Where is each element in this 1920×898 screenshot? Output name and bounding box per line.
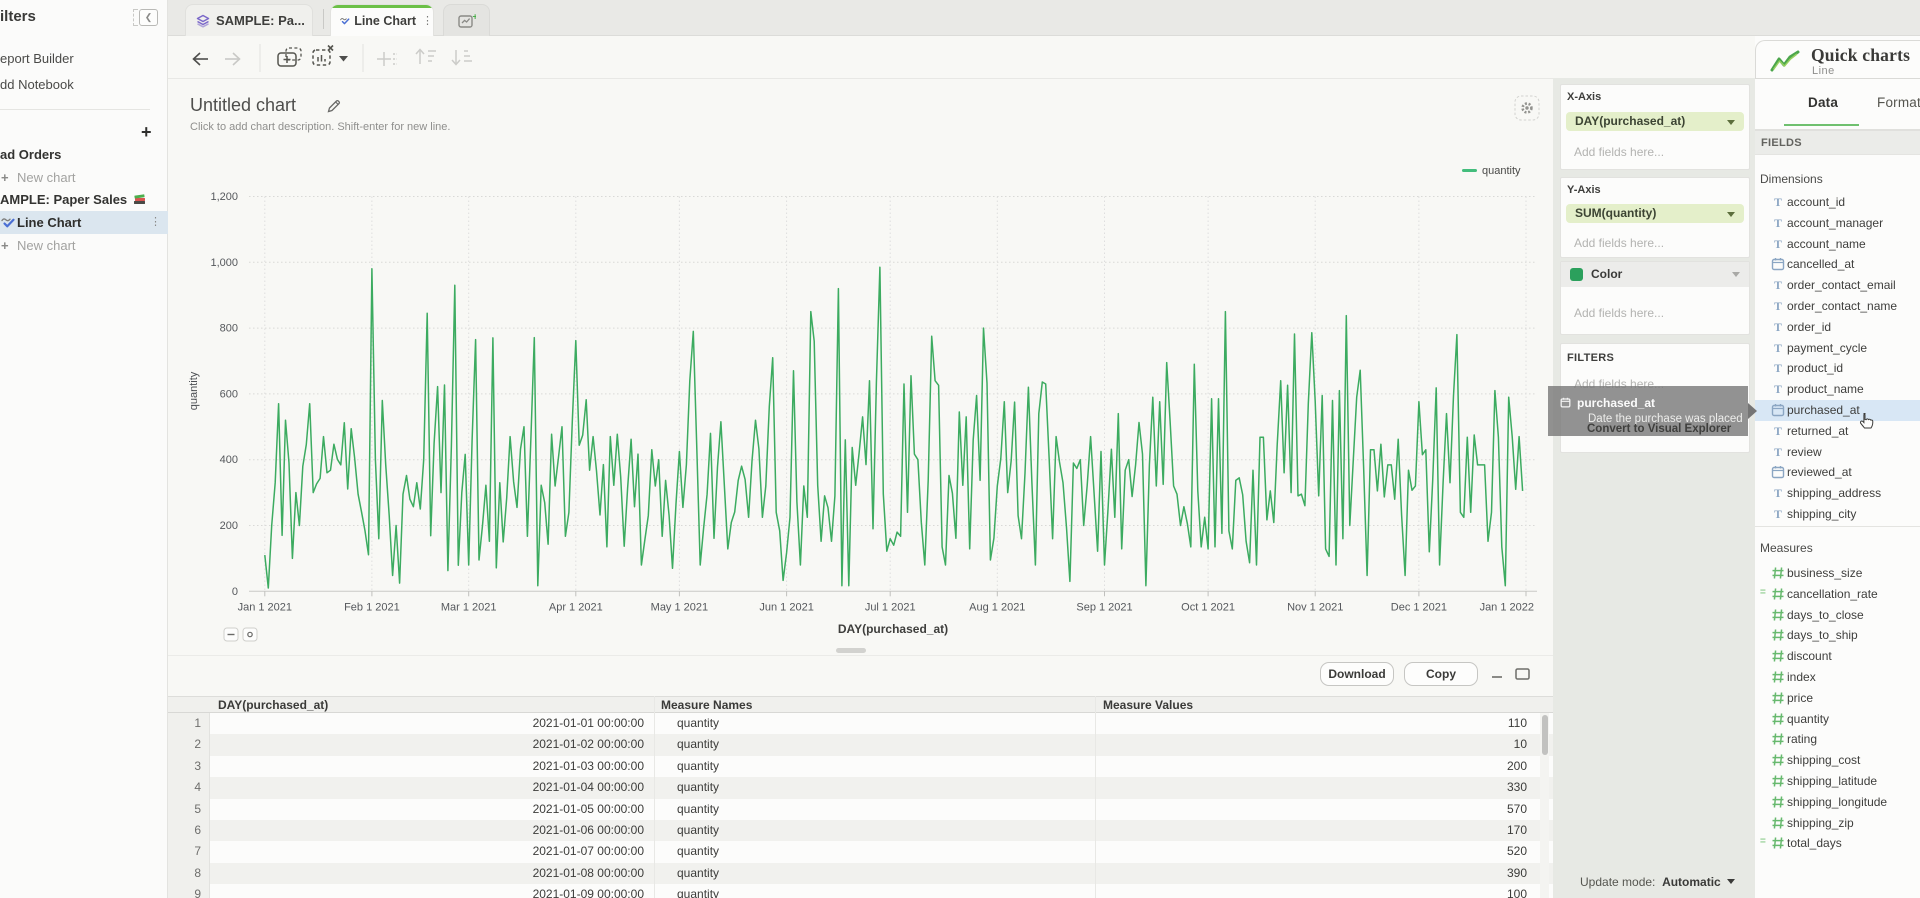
svg-text:Mar 1 2021: Mar 1 2021 [441, 601, 497, 613]
svg-text:T: T [1774, 509, 1782, 521]
svg-text:0: 0 [232, 586, 238, 598]
svg-text:800: 800 [220, 323, 238, 335]
svg-text:T: T [1774, 197, 1782, 209]
svg-text:Jul 1 2021: Jul 1 2021 [865, 601, 916, 613]
svg-text:T: T [1774, 343, 1782, 355]
svg-text:DAY(purchased_at): DAY(purchased_at) [838, 622, 948, 636]
svg-text:Nov 1 2021: Nov 1 2021 [1287, 601, 1343, 613]
svg-text:600: 600 [220, 388, 238, 400]
svg-text:T: T [1774, 447, 1782, 459]
svg-text:1,000: 1,000 [210, 257, 238, 269]
svg-text:T: T [1774, 280, 1782, 292]
svg-text:T: T [1774, 488, 1782, 500]
svg-text:T: T [1774, 301, 1782, 313]
svg-text:May 1 2021: May 1 2021 [651, 601, 708, 613]
svg-text:quantity: quantity [188, 371, 200, 410]
svg-text:200: 200 [220, 520, 238, 532]
svg-text:Aug 1 2021: Aug 1 2021 [969, 601, 1025, 613]
svg-text:400: 400 [220, 454, 238, 466]
svg-text:T: T [1774, 218, 1782, 230]
svg-text:T: T [1774, 239, 1782, 251]
svg-text:T: T [1774, 384, 1782, 396]
svg-text:1,200: 1,200 [210, 191, 238, 203]
svg-text:T: T [1774, 426, 1782, 438]
svg-text:Apr 1 2021: Apr 1 2021 [549, 601, 603, 613]
svg-text:Jan 1 2022: Jan 1 2022 [1480, 601, 1534, 613]
svg-text:T: T [1774, 322, 1782, 334]
svg-text:Feb 1 2021: Feb 1 2021 [344, 601, 400, 613]
svg-text:Dec 1 2021: Dec 1 2021 [1391, 601, 1447, 613]
svg-text:+: + [472, 13, 476, 22]
svg-text:Sep 1 2021: Sep 1 2021 [1076, 601, 1132, 613]
svg-text:Jan 1 2021: Jan 1 2021 [238, 601, 292, 613]
svg-text:Oct 1 2021: Oct 1 2021 [1181, 601, 1235, 613]
svg-text:T: T [1774, 363, 1782, 375]
svg-text:Jun 1 2021: Jun 1 2021 [759, 601, 813, 613]
